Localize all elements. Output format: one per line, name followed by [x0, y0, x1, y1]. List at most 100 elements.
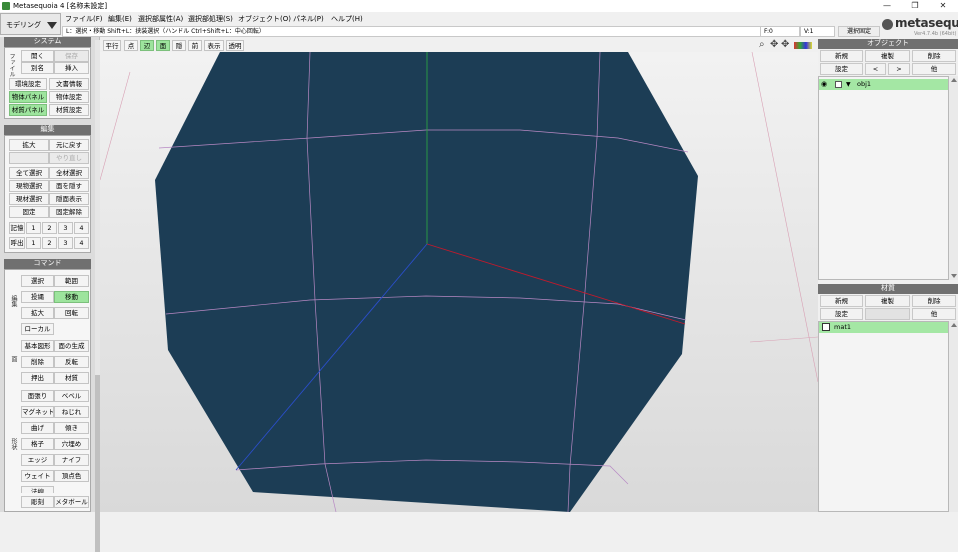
material-more-button[interactable]: 他 — [912, 308, 956, 320]
memory-slot-1[interactable]: 1 — [26, 222, 41, 234]
show-hidden-faces-button[interactable]: 隠面表示 — [49, 193, 89, 205]
knife-tool-button[interactable]: ナイフ — [54, 454, 89, 466]
weight-tool-button[interactable]: ウェイト — [21, 470, 54, 482]
stitch-tool-button[interactable]: 面張り — [21, 390, 54, 402]
scroll-down-icon[interactable] — [951, 274, 957, 278]
zoom-icon[interactable]: ⌕ — [759, 39, 765, 50]
zoom-button[interactable]: 拡大 — [9, 139, 49, 151]
recall-slot-3[interactable]: 3 — [58, 237, 73, 249]
vertex-display-button[interactable]: 点 — [124, 40, 138, 51]
redo-button[interactable]: やり直し — [49, 152, 89, 164]
insert-button[interactable]: 挿入 — [54, 62, 89, 74]
memory-slot-2[interactable]: 2 — [42, 222, 57, 234]
scroll-up-icon[interactable] — [951, 78, 957, 82]
pan-icon[interactable]: ✥ — [770, 39, 778, 50]
object-panel-button[interactable]: 物体パネル — [9, 91, 47, 103]
lock-checkbox[interactable] — [835, 81, 842, 88]
save-button[interactable]: 保存 — [54, 50, 89, 62]
menu-panel[interactable]: パネル(P) — [293, 14, 324, 24]
expand-triangle-icon[interactable]: ▼ — [846, 79, 851, 90]
open-button[interactable]: 開く — [21, 50, 54, 62]
scale-tool-button[interactable]: 拡大 — [21, 307, 54, 319]
display-options-button[interactable]: 表示 — [204, 40, 224, 51]
parallel-view-button[interactable]: 平行 — [103, 40, 121, 51]
select-all-button[interactable]: 全て選択 — [9, 167, 49, 179]
object-settings-button[interactable]: 物体設定 — [49, 91, 89, 103]
memory-slot-4[interactable]: 4 — [74, 222, 89, 234]
recall-slot-1[interactable]: 1 — [26, 237, 41, 249]
object-next-button[interactable]: > — [888, 63, 910, 75]
tilt-tool-button[interactable]: 傾き — [54, 422, 89, 434]
menu-file[interactable]: ファイル(F) — [65, 14, 103, 24]
basic-shape-button[interactable]: 基本図形 — [21, 340, 54, 352]
3d-viewport[interactable] — [100, 52, 818, 512]
mesh-object[interactable] — [155, 52, 698, 512]
restore-icon[interactable]: ❐ — [901, 0, 929, 12]
undo-button[interactable]: 元に戻す — [49, 139, 89, 151]
object-settings-button[interactable]: 設定 — [820, 63, 863, 75]
mode-select-button[interactable]: モデリング — [0, 13, 61, 35]
object-prev-button[interactable]: < — [865, 63, 886, 75]
rotate-tool-button[interactable]: 回転 — [54, 307, 89, 319]
material-tool-button[interactable]: 材質 — [54, 372, 89, 384]
magnet-tool-button[interactable]: マグネット — [21, 406, 54, 418]
transparent-button[interactable]: 透明 — [226, 40, 244, 51]
edge-tool-button[interactable]: エッジ — [21, 454, 54, 466]
material-settings-button[interactable]: 設定 — [820, 308, 863, 320]
menu-selection[interactable]: 選択部処理(S) — [188, 14, 233, 24]
material-delete-button[interactable]: 削除 — [912, 295, 956, 307]
lasso-tool-button[interactable]: 投縄 — [21, 291, 54, 303]
scroll-up-icon[interactable] — [951, 323, 957, 327]
material-duplicate-button[interactable]: 複製 — [865, 295, 910, 307]
flip-tool-button[interactable]: 反転 — [54, 356, 89, 368]
sculpt-tool-button[interactable]: 彫刻 — [21, 496, 54, 508]
hidden-display-button[interactable]: 隠 — [172, 40, 186, 51]
hide-faces-button[interactable]: 面を隠す — [49, 180, 89, 192]
document-info-button[interactable]: 文書情報 — [49, 78, 89, 90]
range-tool-button[interactable]: 範囲 — [54, 275, 89, 287]
metaball-tool-button[interactable]: メタボール — [54, 496, 89, 508]
vertex-color-tool-button[interactable]: 頂点色 — [54, 470, 89, 482]
environment-settings-button[interactable]: 環境設定 — [9, 78, 47, 90]
save-as-button[interactable]: 別名 — [21, 62, 54, 74]
material-panel-button[interactable]: 材質パネル — [9, 104, 47, 116]
face-create-button[interactable]: 面の生成 — [54, 340, 89, 352]
extrude-tool-button[interactable]: 押出 — [21, 372, 54, 384]
bend-tool-button[interactable]: 曲げ — [21, 422, 54, 434]
twist-tool-button[interactable]: ねじれ — [54, 406, 89, 418]
material-settings-button[interactable]: 材質設定 — [49, 104, 89, 116]
unlock-button[interactable]: 固定解除 — [49, 206, 89, 218]
delete-tool-button[interactable]: 削除 — [21, 356, 54, 368]
object-delete-button[interactable]: 削除 — [912, 50, 956, 62]
memory-slot-3[interactable]: 3 — [58, 222, 73, 234]
rotate-view-icon[interactable]: ✥ — [781, 39, 789, 50]
material-color-swatch[interactable] — [822, 323, 830, 331]
material-list[interactable]: mat1 — [818, 321, 949, 512]
visibility-eye-icon[interactable]: ◉ — [821, 79, 827, 90]
menu-help[interactable]: ヘルプ(H) — [331, 14, 363, 24]
recall-slot-2[interactable]: 2 — [42, 237, 57, 249]
viewport-canvas[interactable] — [100, 52, 818, 512]
local-tool-button[interactable]: ローカル — [21, 323, 54, 335]
object-list-scrollbar[interactable] — [949, 76, 958, 280]
object-list-item[interactable]: ◉ ▼ obj1 — [819, 79, 948, 90]
select-current-object-button[interactable]: 現物選択 — [9, 180, 49, 192]
color-palette-icon[interactable] — [794, 42, 812, 49]
select-all-material-button[interactable]: 全材選択 — [49, 167, 89, 179]
material-new-button[interactable]: 新規 — [820, 295, 863, 307]
object-duplicate-button[interactable]: 複製 — [865, 50, 910, 62]
object-list[interactable]: ◉ ▼ obj1 — [818, 76, 949, 280]
lock-button[interactable]: 固定 — [9, 206, 49, 218]
front-display-button[interactable]: 前 — [188, 40, 202, 51]
material-list-item[interactable]: mat1 — [819, 322, 948, 333]
material-list-scrollbar[interactable] — [949, 321, 958, 512]
lattice-tool-button[interactable]: 格子 — [21, 438, 54, 450]
minimize-icon[interactable]: — — [873, 0, 901, 12]
menu-attributes[interactable]: 選択部属性(A) — [138, 14, 183, 24]
close-icon[interactable]: ✕ — [929, 0, 957, 12]
recall-slot-4[interactable]: 4 — [74, 237, 89, 249]
object-new-button[interactable]: 新規 — [820, 50, 863, 62]
select-tool-button[interactable]: 選択 — [21, 275, 54, 287]
menu-object[interactable]: オブジェクト(O) — [238, 14, 291, 24]
move-tool-button[interactable]: 移動 — [54, 291, 89, 303]
